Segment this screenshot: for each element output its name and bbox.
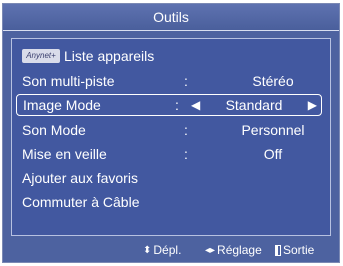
menu-item-value: Off	[263, 146, 283, 162]
tools-menu-window: Outils Anynet+ Liste appareils Son multi-…	[2, 3, 340, 263]
menu-item-label: Son multi-piste	[22, 73, 115, 89]
menu-item-label: Son Mode	[22, 122, 86, 138]
menu-title: Outils	[153, 9, 189, 25]
footer-hints: ⬍ Dépl. ◂▸ Réglage Sortie	[3, 238, 339, 262]
exit-hint-label: Sortie	[283, 243, 315, 257]
menu-item-label: Liste appareils	[64, 48, 155, 64]
menu-item-commuter-a-cable[interactable]: Commuter à Câble	[22, 191, 328, 213]
menu-item-label: Image Mode	[23, 97, 101, 113]
menu-item-label: Ajouter aux favoris	[22, 170, 138, 186]
menu-item-value: Personnel	[241, 122, 305, 138]
menu-item-label: Commuter à Câble	[22, 194, 140, 210]
adjust-hint-label: Réglage	[217, 243, 262, 257]
separator-colon: :	[184, 122, 188, 138]
left-right-arrows-icon: ◂▸	[205, 244, 216, 256]
menu-item-liste-appareils[interactable]: Anynet+ Liste appareils	[22, 45, 328, 67]
move-hint-label: Dépl.	[153, 243, 182, 257]
menu-title-bar: Outils	[3, 4, 339, 31]
menu-list: Anynet+ Liste appareils Son multi-piste :…	[11, 38, 331, 236]
left-arrow-icon[interactable]: ◀	[191, 98, 200, 112]
menu-item-value: Standard	[225, 97, 283, 113]
menu-item-value: Stéréo	[252, 73, 294, 89]
separator-colon: :	[184, 73, 188, 89]
menu-item-mise-en-veille[interactable]: Mise en veille : Off	[22, 143, 328, 165]
separator-colon: :	[184, 146, 188, 162]
exit-icon	[275, 244, 281, 256]
right-arrow-icon[interactable]: ▶	[308, 98, 317, 112]
anynet-logo-icon: Anynet+	[22, 49, 60, 64]
up-down-arrows-icon: ⬍	[143, 244, 152, 256]
menu-item-ajouter-aux-favoris[interactable]: Ajouter aux favoris	[22, 167, 328, 189]
exit-hint[interactable]: Sortie	[275, 243, 314, 257]
adjust-hint: ◂▸ Réglage	[205, 243, 262, 257]
menu-item-image-mode[interactable]: Image Mode : ◀ Standard ▶	[16, 94, 322, 116]
menu-item-label: Mise en veille	[22, 146, 107, 162]
separator-colon: :	[175, 97, 179, 113]
menu-item-son-mode[interactable]: Son Mode : Personnel	[22, 119, 328, 141]
move-hint: ⬍ Dépl.	[143, 243, 181, 257]
menu-item-son-multi-piste[interactable]: Son multi-piste : Stéréo	[22, 70, 328, 92]
